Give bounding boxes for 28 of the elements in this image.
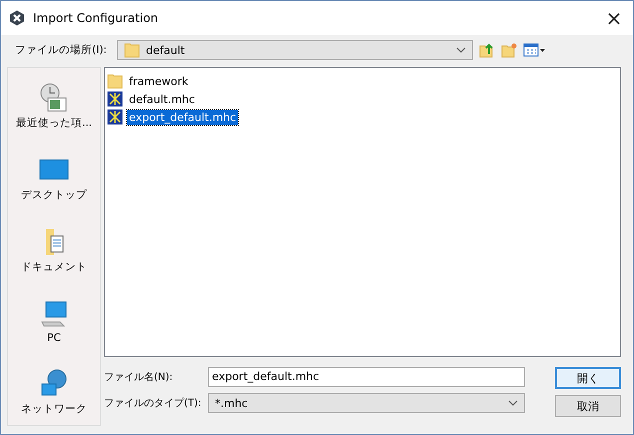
chevron-down-icon (456, 47, 466, 53)
place-item[interactable]: PC (38, 298, 70, 344)
file-item[interactable]: export_default.mhc (127, 110, 238, 124)
folder-icon (124, 42, 140, 58)
app-icon (9, 10, 25, 26)
dialog-button[interactable]: 取消 (555, 395, 621, 417)
view-menu-icon[interactable] (523, 42, 547, 58)
close-button[interactable]: × (603, 6, 625, 30)
place-item[interactable]: 最近使った項... (16, 82, 92, 130)
up-folder-icon[interactable] (479, 42, 495, 58)
filetype-label: ファイルのタイプ(T): (104, 396, 202, 410)
config-file-icon (107, 91, 123, 107)
place-item[interactable]: デスクトップ (21, 154, 87, 202)
file-item[interactable]: framework (127, 74, 190, 88)
folder-icon (107, 73, 123, 89)
config-file-icon (107, 109, 123, 125)
location-label: ファイルの場所(I): (14, 43, 108, 57)
chevron-down-icon (508, 400, 518, 406)
dialog-button[interactable]: 開く (555, 367, 621, 389)
new-folder-icon[interactable] (501, 42, 517, 58)
file-item[interactable]: default.mhc (127, 92, 197, 106)
filename-label: ファイル名(N): (104, 371, 174, 384)
filename-field[interactable]: export_default.mhc (208, 367, 525, 387)
place-item[interactable]: ネットワーク (21, 368, 87, 416)
window-title: Import Configuration (33, 11, 160, 25)
location-dropdown[interactable]: default (117, 40, 473, 60)
filetype-dropdown[interactable]: *.mhc (208, 393, 525, 413)
place-item[interactable]: ドキュメント (21, 226, 87, 274)
